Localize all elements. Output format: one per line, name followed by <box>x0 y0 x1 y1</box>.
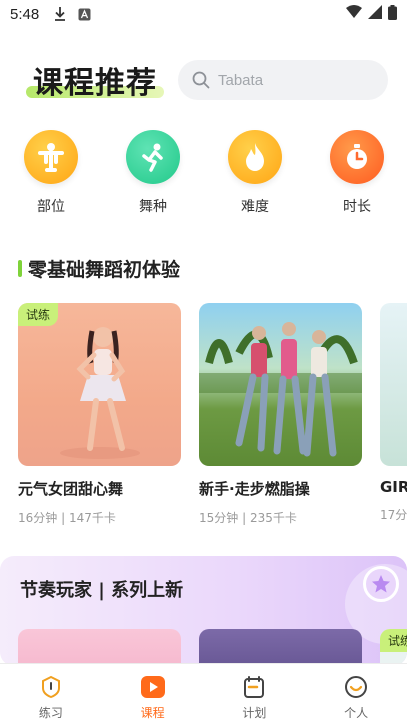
dance-style-icon <box>126 130 180 184</box>
body-part-icon <box>24 130 78 184</box>
course-title: 新手·走步燃脂操 <box>199 480 310 498</box>
download-icon <box>53 7 67 21</box>
trial-badge: 试练 <box>18 303 59 326</box>
nav-label: 练习 <box>38 706 63 720</box>
series-banner[interactable]: 节奏玩家 | 系列上新 试练 <box>0 556 407 666</box>
status-time: 5:48 <box>10 5 40 23</box>
category-label: 难度 <box>241 199 269 215</box>
course-meta: 17分 <box>380 508 407 522</box>
category-difficulty[interactable]: 难度 <box>225 130 285 216</box>
category-dance-style[interactable]: 舞种 <box>123 130 183 216</box>
category-row: 部位 舞种 难度 时长 <box>0 130 407 220</box>
nav-label: 课程 <box>140 706 165 720</box>
search-icon <box>192 71 210 89</box>
banner-course-thumbnail[interactable]: 试练 <box>380 629 407 666</box>
status-bar: 5:48 <box>0 0 407 28</box>
category-duration[interactable]: 时长 <box>327 130 387 216</box>
banner-course-thumbnail[interactable] <box>199 629 362 666</box>
section-title: 零基础舞蹈初体验 <box>28 259 181 281</box>
course-card[interactable]: 新手·走步燃脂操 15分钟 | 235千卡 <box>199 303 362 526</box>
course-thumbnail <box>380 303 407 466</box>
course-title: GIRL <box>380 478 407 496</box>
course-thumbnail: 试练 <box>18 303 181 466</box>
course-meta: 16分钟 | 147千卡 <box>18 511 116 525</box>
category-label: 部位 <box>37 199 65 215</box>
category-label: 舞种 <box>139 199 167 215</box>
category-body-part[interactable]: 部位 <box>21 130 81 216</box>
practice-icon <box>38 674 64 700</box>
star-icon <box>363 566 399 602</box>
calendar-icon <box>241 674 267 700</box>
nav-plan[interactable]: 计划 <box>204 664 306 725</box>
banner-course-thumbnail[interactable] <box>18 629 181 666</box>
stopwatch-icon <box>330 130 384 184</box>
course-thumbnail <box>199 303 362 466</box>
page-title: 课程推荐 <box>33 66 157 101</box>
battery-icon <box>388 4 397 24</box>
app-notification-icon <box>77 7 91 21</box>
course-title: 元气女团甜心舞 <box>18 480 124 498</box>
nav-course[interactable]: 课程 <box>102 664 204 725</box>
course-meta: 15分钟 | 235千卡 <box>199 511 297 525</box>
header: 课程推荐 <box>0 58 407 102</box>
nav-practice[interactable]: 练习 <box>0 664 102 725</box>
search-input[interactable] <box>218 71 368 89</box>
search-box[interactable] <box>178 60 388 100</box>
profile-icon <box>343 674 369 700</box>
category-label: 时长 <box>343 199 371 215</box>
section-accent-bar <box>18 260 22 277</box>
flame-icon <box>228 130 282 184</box>
nav-label: 计划 <box>242 706 267 720</box>
course-card[interactable]: GIRL 17分 <box>380 303 407 523</box>
course-card[interactable]: 试练 元气女团甜心舞 16分钟 | 147千卡 <box>18 303 181 526</box>
signal-icon <box>368 5 382 23</box>
wifi-icon <box>346 5 362 23</box>
trial-badge: 试练 <box>380 629 407 652</box>
bottom-nav: 练习 课程 计划 个人 <box>0 663 407 725</box>
section-header: 零基础舞蹈初体验 <box>18 255 180 282</box>
app-screen: 5:48 课程推荐 Tabata 部位 舞种 难度 时长 零基础舞蹈初体验 试练… <box>0 0 407 725</box>
nav-profile[interactable]: 个人 <box>305 664 407 725</box>
nav-label: 个人 <box>344 706 369 720</box>
banner-title: 节奏玩家 | 系列上新 <box>20 580 184 601</box>
course-play-icon <box>140 674 166 700</box>
